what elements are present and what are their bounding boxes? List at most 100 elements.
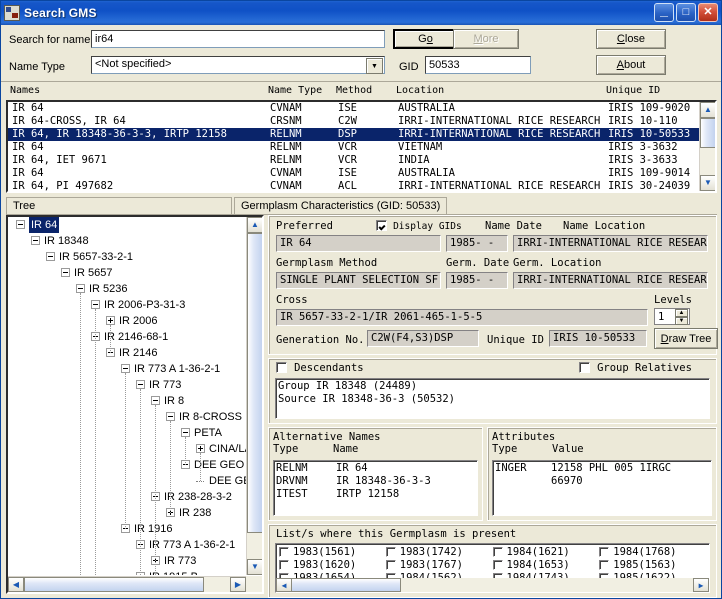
tree-node[interactable]: PETA (8, 425, 246, 441)
list-checkbox-item[interactable]: 1985(1563) (599, 559, 706, 572)
tab-tree[interactable]: Tree (6, 197, 232, 214)
list-checkbox[interactable] (279, 560, 289, 570)
tree-hscroll-thumb[interactable] (24, 577, 204, 592)
names-scroll-thumb[interactable] (700, 118, 715, 148)
tree-node[interactable]: IR 64 (8, 217, 246, 233)
gid-input[interactable] (425, 56, 531, 74)
group-relatives-checkbox[interactable]: Group Relatives (579, 362, 692, 374)
spinner-up-icon[interactable]: ▲ (675, 309, 688, 317)
table-row[interactable]: IR 64 RELNM VCR VIETNAM IRIS 3-3632 (8, 141, 699, 154)
lists-listbox[interactable]: 1983(1561)1983(1620)1983(1654)1983(1742)… (275, 543, 710, 593)
table-row[interactable]: IR 64 CVNAM ISE AUSTRALIA IRIS 109-9020 (8, 102, 699, 115)
tree-node[interactable]: IR 5657 (8, 265, 246, 281)
pedigree-tree-panel[interactable]: IR 64 IR 18348 IR 5657-33-2-1 IR 5657 IR 523… (6, 215, 264, 594)
collapse-icon[interactable] (121, 364, 130, 373)
tree-scroll-down-icon[interactable]: ▼ (247, 559, 262, 575)
tab-germplasm-characteristics[interactable]: Germplasm Characteristics (GID: 50533) (234, 197, 448, 214)
tree-horizontal-scrollbar[interactable]: ◀ ▶ (8, 576, 246, 592)
tree-node[interactable]: IR 773 A 1-36-2-1 (8, 537, 246, 553)
tree-node[interactable]: IR 238-28-3-2 (8, 489, 246, 505)
lists-scroll-right-icon[interactable]: ▶ (693, 578, 709, 592)
table-row[interactable]: IR 64, IET 9671 RELNM VCR INDIA IRIS 3-3633 (8, 154, 699, 167)
collapse-icon[interactable] (76, 284, 85, 293)
collapse-icon[interactable] (136, 380, 145, 389)
levels-spinner-arrows[interactable]: ▲ ▼ (675, 309, 688, 325)
tree-scroll-left-icon[interactable]: ◀ (8, 577, 24, 592)
tree-node[interactable]: IR 773 (8, 377, 246, 393)
list-checkbox-item[interactable]: 1984(1768) (599, 546, 706, 559)
tree-node[interactable]: IR 8-CROSS (8, 409, 246, 425)
descendants-box[interactable] (276, 362, 287, 373)
tree-scroll-right-icon[interactable]: ▶ (230, 577, 246, 592)
collapse-icon[interactable] (46, 252, 55, 261)
list-checkbox[interactable] (385, 560, 396, 570)
tree-node[interactable]: IR 2006 (8, 313, 246, 329)
draw-tree-button[interactable]: Draw Tree (654, 328, 718, 349)
close-button[interactable]: ✕ (698, 3, 718, 22)
minimize-button[interactable]: _ (654, 3, 674, 22)
display-gids-box[interactable] (376, 220, 387, 231)
close-dialog-button[interactable]: Close (596, 29, 666, 49)
expand-icon[interactable] (196, 444, 205, 453)
levels-spinner[interactable]: 1 ▲ ▼ (654, 308, 690, 325)
list-checkbox[interactable] (492, 547, 503, 557)
search-input[interactable] (91, 30, 385, 48)
chevron-down-icon[interactable]: ▼ (366, 58, 383, 74)
tree-node[interactable]: IR 5657-33-2-1 (8, 249, 246, 265)
tree-node[interactable]: IR 773 (8, 553, 246, 569)
go-button[interactable]: Go (393, 29, 458, 49)
list-item[interactable]: INGER 12158 PHL 005 1IRGC 66970 (495, 462, 709, 487)
table-row[interactable]: IR 64-CROSS, IR 64 CRSNM C2W IRRI-INTERNATI… (8, 115, 699, 128)
table-row[interactable]: IR 64 CVNAM ISE AUSTRALIA IRIS 109-9014 (8, 167, 699, 180)
attributes-listbox[interactable]: INGER 12158 PHL 005 1IRGC 66970 (492, 460, 712, 516)
list-checkbox-item[interactable]: 1984(1653) (492, 559, 600, 572)
alternative-names-listbox[interactable]: RELNM IR 64 DRVNM IR 18348-36-3-3 ITEST IRTP … (273, 460, 478, 516)
lists-hscroll-thumb[interactable] (291, 578, 401, 592)
scroll-up-icon[interactable]: ▲ (700, 102, 715, 118)
group-relatives-box[interactable] (579, 362, 590, 373)
list-checkbox-item[interactable]: 1983(1767) (385, 559, 493, 572)
tree-node[interactable]: IR 773 A 1-36-2-1 (8, 361, 246, 377)
list-checkbox[interactable] (279, 547, 289, 557)
spinner-down-icon[interactable]: ▼ (675, 317, 688, 325)
descendants-checkbox[interactable]: Descendants (276, 362, 364, 374)
maximize-button[interactable]: □ (676, 3, 696, 22)
list-item[interactable]: ITEST IRTP 12158 (276, 488, 475, 501)
tree-vertical-scrollbar[interactable]: ▲ ▼ (246, 217, 262, 575)
relatives-listbox[interactable]: Group IR 18348 (24489) Source IR 18348-3… (275, 378, 710, 419)
list-checkbox-item[interactable]: 1983(1742) (385, 546, 493, 559)
tree-scroll-up-icon[interactable]: ▲ (247, 217, 262, 233)
collapse-icon[interactable] (16, 220, 25, 229)
list-checkbox-item[interactable]: 1983(1561) (279, 546, 386, 559)
list-checkbox[interactable] (385, 547, 396, 557)
collapse-icon[interactable] (61, 268, 70, 277)
list-checkbox-item[interactable]: 1983(1620) (279, 559, 386, 572)
tree-node[interactable]: IR 238 (8, 505, 246, 521)
tree-scroll-thumb[interactable] (247, 233, 262, 533)
display-gids-checkbox[interactable]: Display GIDs (376, 220, 462, 232)
tree-node[interactable]: IR 1915 B (8, 569, 246, 575)
table-row[interactable]: IR 64, PI 497682 CVNAM ACL IRRI-INTERNATION… (8, 180, 699, 191)
name-type-select[interactable]: <Not specified> ▼ (91, 56, 385, 74)
list-checkbox[interactable] (599, 547, 610, 557)
tree-node[interactable]: IR 5236 (8, 281, 246, 297)
tree-node[interactable]: IR 2146 (8, 345, 246, 361)
names-listbox[interactable]: IR 64 CVNAM ISE AUSTRALIA IRIS 109-9020 IR 64… (6, 100, 717, 193)
names-vertical-scrollbar[interactable]: ▲ ▼ (699, 102, 715, 191)
tree-node[interactable]: IR 2146-68-1 (8, 329, 246, 345)
tree-node[interactable]: IR 8 (8, 393, 246, 409)
scroll-down-icon[interactable]: ▼ (700, 175, 715, 191)
collapse-icon[interactable] (151, 396, 160, 405)
collapse-icon[interactable] (91, 300, 100, 309)
tree-node[interactable]: IR 2006-P3-31-3 (8, 297, 246, 313)
list-checkbox[interactable] (599, 560, 610, 570)
about-button[interactable]: About (596, 55, 666, 75)
lists-horizontal-scrollbar[interactable]: ◀ ▶ (276, 578, 709, 592)
list-item[interactable]: RELNM IR 64 (276, 462, 475, 475)
collapse-icon[interactable] (181, 428, 190, 437)
table-row[interactable]: IR 64, IR 18348-36-3-3, IRTP 12158 RELNM D… (8, 128, 699, 141)
tree-node[interactable]: CINA/LA (8, 441, 246, 457)
expand-icon[interactable] (106, 316, 115, 325)
list-checkbox-item[interactable]: 1984(1621) (492, 546, 600, 559)
tree-node[interactable]: DEE GE (8, 473, 246, 489)
